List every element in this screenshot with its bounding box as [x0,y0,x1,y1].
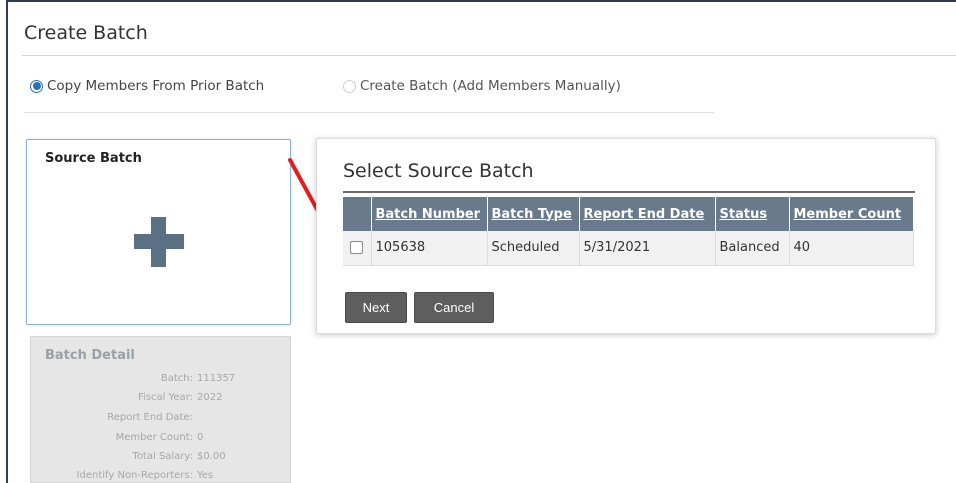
detail-key: Member Count: [115,432,193,443]
detail-key: Batch: [160,373,193,384]
select-source-batch-panel: Select Source Batch Batch Number Batch T… [316,138,936,334]
detail-value: $0.00 [197,451,226,462]
batch-detail-card: Batch Detail Batch: 111357 Fiscal Year: … [30,336,291,483]
column-member-count[interactable]: Member Count [789,197,914,231]
detail-row-identify-non-reporters: Identify Non-Reporters: Yes [31,470,214,481]
source-batch-table: Batch Number Batch Type Report End Date … [343,197,914,266]
batch-detail-title: Batch Detail [45,348,135,363]
column-status[interactable]: Status [715,197,790,231]
column-batch-number[interactable]: Batch Number [371,197,488,231]
detail-row-member-count: Member Count: 0 [31,432,204,443]
row-select-checkbox[interactable] [350,241,364,255]
table-row[interactable]: 105638 Scheduled 5/31/2021 Balanced 40 [343,231,914,266]
title-divider [22,55,956,56]
panel-divider [343,191,915,193]
detail-row-fiscal-year: Fiscal Year: 2022 [31,392,222,403]
next-button[interactable]: Next [345,292,407,323]
plus-icon-horizontal[interactable] [134,234,184,249]
row-select-cell[interactable] [343,231,372,266]
cell-member-count: 40 [789,231,914,266]
column-batch-type[interactable]: Batch Type [487,197,580,231]
window-frame-top [6,0,956,2]
cancel-button[interactable]: Cancel [414,292,494,323]
detail-row-batch: Batch: 111357 [31,373,235,384]
detail-key: Report End Date: [107,412,193,423]
panel-title: Select Source Batch [343,160,534,182]
cell-report-end-date: 5/31/2021 [579,231,716,266]
header-select-cell [343,197,372,231]
create-manually-label[interactable]: Create Batch (Add Members Manually) [360,78,621,94]
cell-batch-number: 105638 [371,231,488,266]
detail-value: Yes [197,470,214,481]
detail-row-total-salary: Total Salary: $0.00 [31,451,226,462]
detail-value: 2022 [197,392,223,403]
cell-batch-type: Scheduled [487,231,580,266]
create-manually-option[interactable]: Create Batch (Add Members Manually) [343,78,621,94]
options-divider [24,112,714,113]
detail-row-report-end-date: Report End Date: [31,412,197,423]
source-batch-label: Source Batch [45,151,142,166]
detail-key: Identify Non-Reporters: [76,470,193,481]
detail-value: 0 [197,432,204,443]
copy-members-radio[interactable] [30,79,43,93]
source-batch-card[interactable]: Source Batch [26,139,291,325]
detail-key: Fiscal Year: [138,392,193,403]
window-frame-left [6,0,8,483]
detail-key: Total Salary: [132,451,193,462]
detail-value: 111357 [197,373,236,384]
copy-members-label[interactable]: Copy Members From Prior Batch [47,78,264,94]
copy-members-option[interactable]: Copy Members From Prior Batch [30,78,264,94]
cell-status: Balanced [715,231,790,266]
table-header-row: Batch Number Batch Type Report End Date … [343,197,914,231]
page-title: Create Batch [24,22,148,44]
create-manually-radio[interactable] [343,79,356,93]
column-report-end-date[interactable]: Report End Date [579,197,716,231]
